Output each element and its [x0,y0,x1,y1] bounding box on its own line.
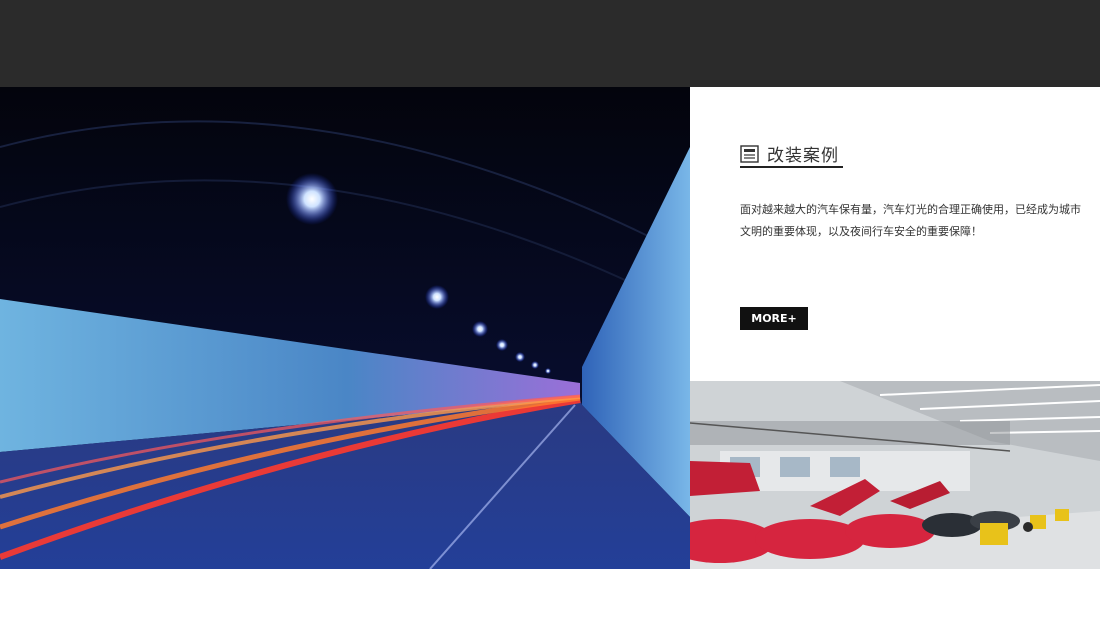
newspaper-icon [740,144,759,163]
top-header-bar [0,0,1100,87]
case-description: 面对越来越大的汽车保有量，汽车灯光的合理正确使用，已经成为城市文明的重要体现，以… [740,203,1081,238]
garage-photo [690,381,1100,569]
tunnel-photo [0,87,690,569]
case-heading: 改装案例 [740,141,839,166]
more-button[interactable]: MORE+ [740,307,808,330]
case-title: 改装案例 [767,146,839,166]
heading-underline [740,166,843,168]
case-info-panel: 改装案例 面对越来越大的汽车保有量，汽车灯光的合理正确使用，已经成为城市文明的重… [690,87,1100,381]
